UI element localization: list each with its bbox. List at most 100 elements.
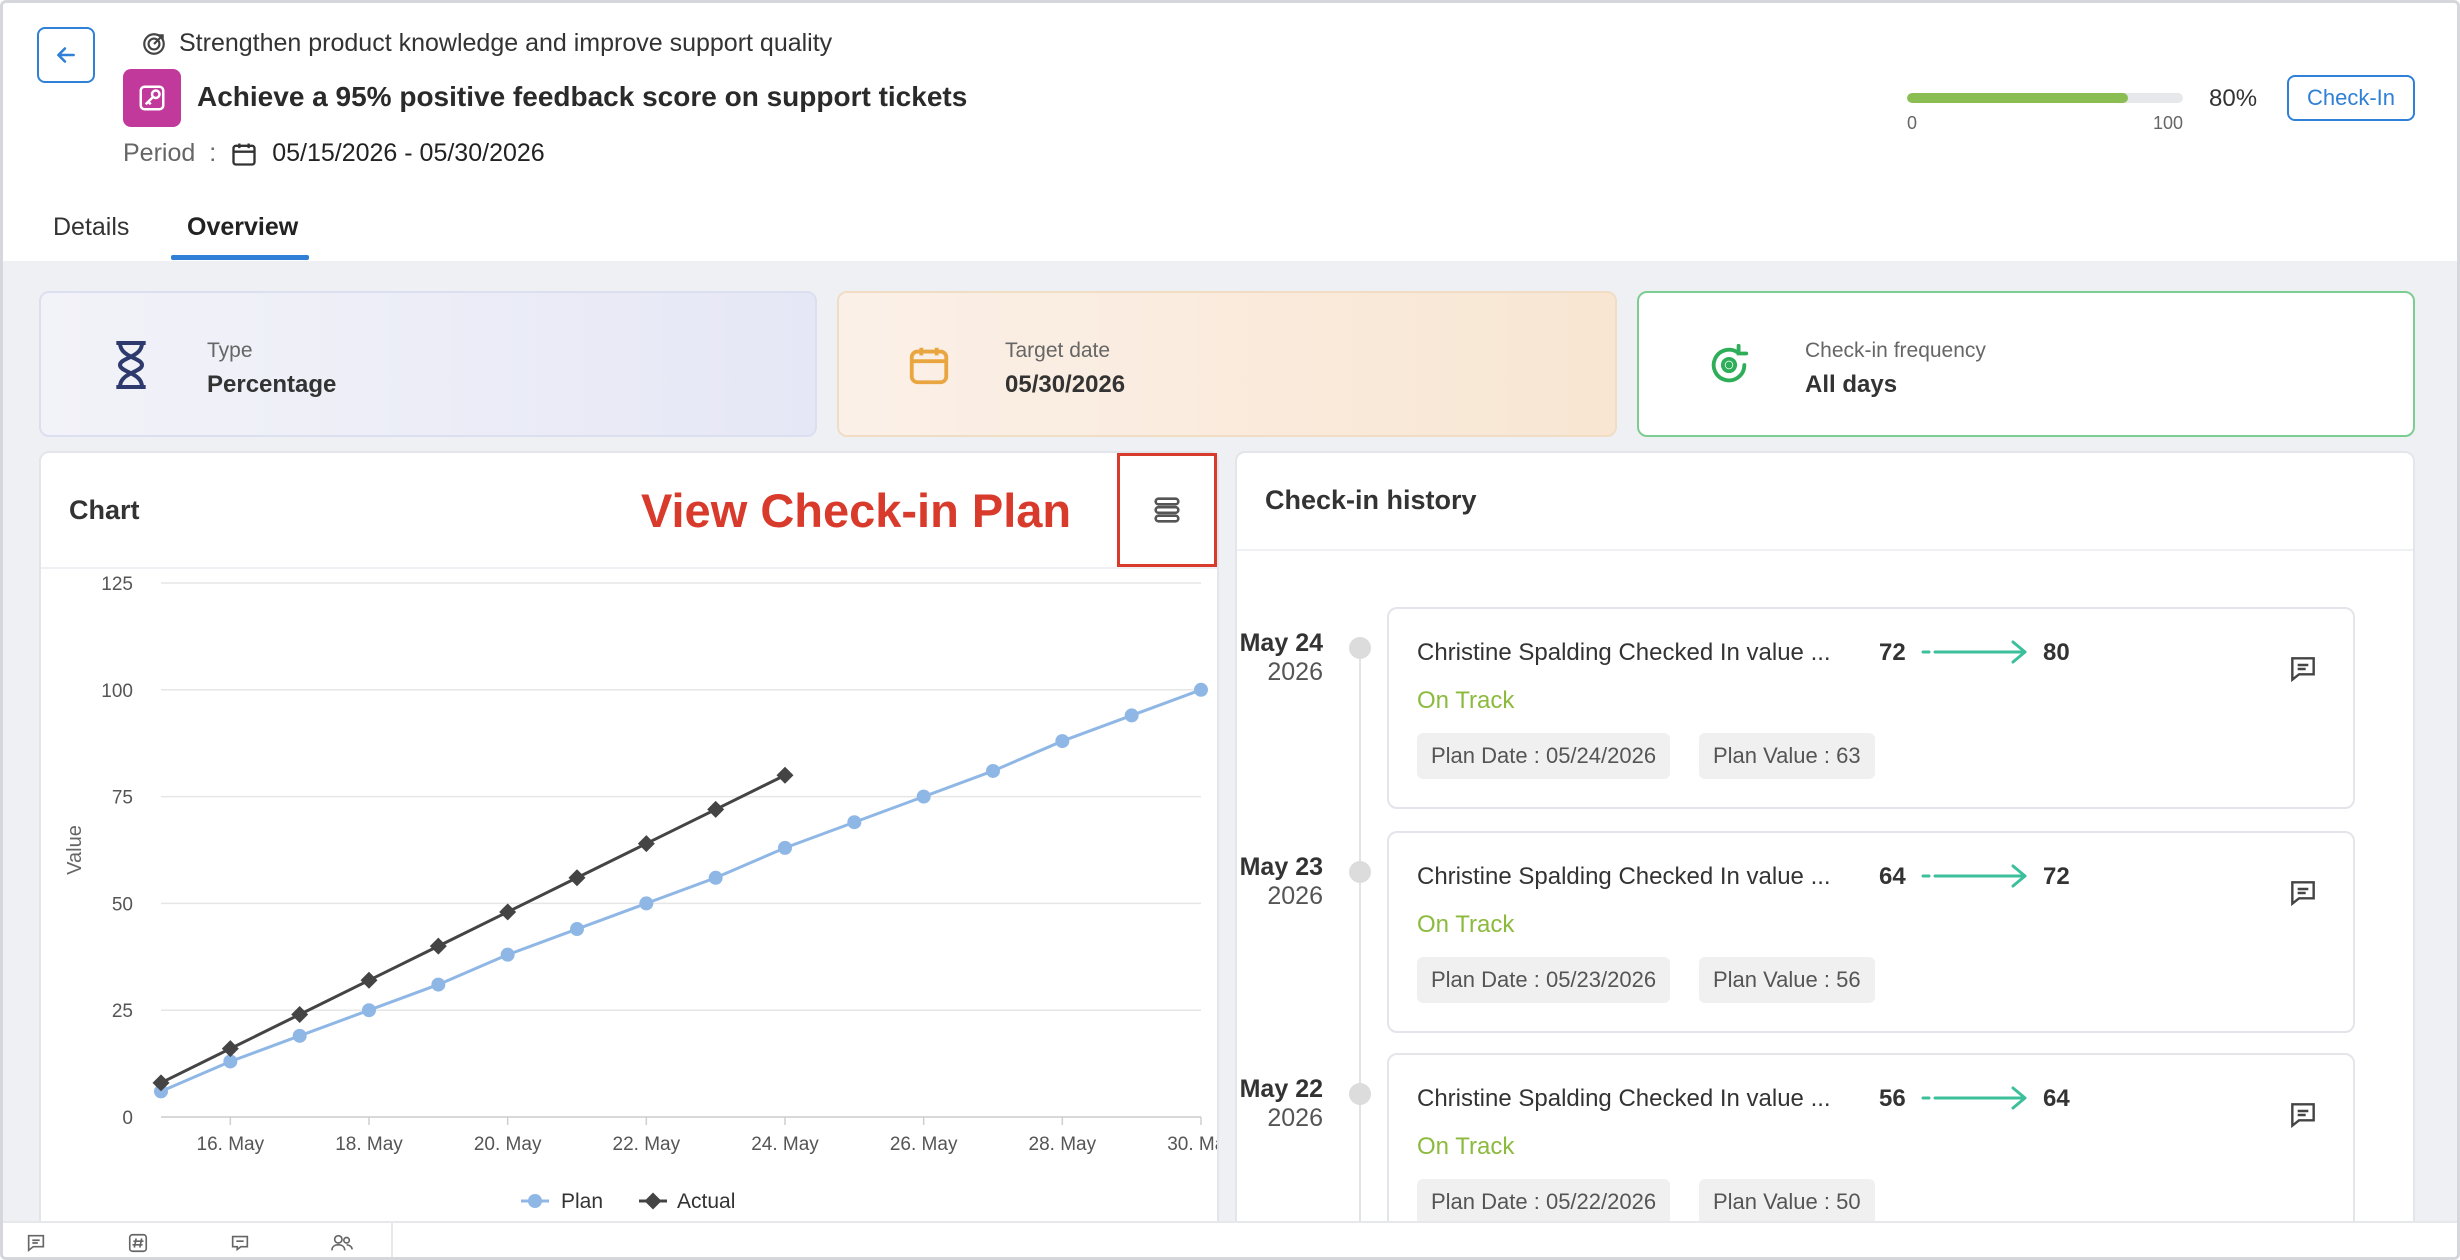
view-checkin-plan-annotation: View Check-in Plan <box>641 484 1072 537</box>
tab-details[interactable]: Details <box>53 213 129 258</box>
target-date-value: 05/30/2026 <box>1005 371 1126 398</box>
view-checkin-plan-button[interactable] <box>1117 453 1217 567</box>
legend-actual-marker <box>644 1192 662 1210</box>
arrow-right-icon <box>1921 1086 2027 1110</box>
plan-point <box>500 947 515 962</box>
checkin-to-value: 64 <box>2043 1085 2070 1112</box>
people-icon[interactable] <box>329 1231 355 1255</box>
plan-point <box>778 840 792 855</box>
checkin-from-value: 64 <box>1879 863 1906 890</box>
timeline-date: May 24 2026 <box>1237 629 1323 687</box>
actual-point <box>291 1005 309 1023</box>
legend-actual-label: Actual <box>677 1190 735 1213</box>
plan-date-chip: Plan Date : 05/23/2026 <box>1417 957 1671 1003</box>
actual-point <box>499 903 517 921</box>
progress-max: 100 <box>2152 113 2183 133</box>
comment-icon[interactable] <box>2287 653 2319 685</box>
progress-min: 0 <box>1907 113 1918 133</box>
comment-icon[interactable] <box>2287 1099 2319 1131</box>
toolbar-separator <box>391 1223 393 1257</box>
period-label: Period <box>123 139 196 167</box>
x-tick-label: 26. May <box>890 1134 958 1155</box>
timeline-year: 2026 <box>1267 1104 1323 1132</box>
plan-date-chip: Plan Date : 05/22/2026 <box>1417 1179 1671 1225</box>
x-tick-label: 18. May <box>335 1134 403 1155</box>
checkin-history-panel: Check-in history May 24 2026 Christine S… <box>1235 451 2415 1241</box>
timeline-year: 2026 <box>1267 882 1323 910</box>
plan-point <box>708 870 723 885</box>
actual-point <box>568 869 586 887</box>
back-button[interactable] <box>37 27 95 83</box>
period-separator: : <box>209 139 217 167</box>
checkin-summary: Christine Spalding Checked In value ... <box>1417 863 1831 890</box>
plan-point <box>1194 682 1208 697</box>
timeline-day: May 23 <box>1239 853 1323 881</box>
checkin-frequency-card: Check-in frequency All days <box>1637 291 2415 437</box>
plan-point <box>431 977 446 992</box>
arrow-right-icon <box>1921 864 2027 888</box>
key-icon <box>139 85 165 111</box>
checkin-to-value: 72 <box>2043 863 2070 890</box>
type-value: Percentage <box>207 371 337 398</box>
y-axis-label: Value <box>64 825 86 875</box>
goal-icon-tile <box>123 69 181 127</box>
plan-value-chip: Plan Value : 63 <box>1699 733 1875 779</box>
timeline-day: May 22 <box>1239 1075 1323 1103</box>
parent-goal-text: Strengthen product knowledge and improve… <box>179 29 833 57</box>
plan-point <box>1055 734 1070 749</box>
plan-point <box>916 789 931 804</box>
plan-date-chip: Plan Date : 05/24/2026 <box>1417 733 1671 779</box>
tab-bar: Details Overview <box>3 203 2457 261</box>
checkin-status: On Track <box>1417 1133 1515 1160</box>
actual-point <box>360 971 378 989</box>
checkin-to-value: 80 <box>2043 639 2070 666</box>
timeline-date: May 23 2026 <box>1237 853 1323 911</box>
legend-plan-label: Plan <box>561 1190 603 1213</box>
checkin-frequency-label: Check-in frequency <box>1805 339 1986 362</box>
sync-target-icon <box>1701 337 1757 393</box>
checkin-entry[interactable]: Christine Spalding Checked In value ... … <box>1387 1053 2355 1239</box>
checkin-summary: Christine Spalding Checked In value ... <box>1417 1085 1831 1112</box>
target-icon <box>143 32 165 55</box>
calendar-icon <box>901 337 957 393</box>
parent-goal[interactable]: Strengthen product knowledge and improve… <box>141 29 832 58</box>
checkin-from-value: 56 <box>1879 1085 1906 1112</box>
active-tab-indicator <box>171 255 309 260</box>
x-tick-label: 24. May <box>751 1134 819 1155</box>
comment-icon[interactable] <box>2287 877 2319 909</box>
app-window: Strengthen product knowledge and improve… <box>0 0 2460 1260</box>
checkin-from-value: 72 <box>1879 639 1906 666</box>
chat-icon[interactable] <box>227 1231 253 1255</box>
timeline-year: 2026 <box>1267 658 1323 686</box>
checkin-entry[interactable]: Christine Spalding Checked In value ... … <box>1387 607 2355 809</box>
checkin-frequency-value: All days <box>1805 371 1898 398</box>
target-date-card: Target date 05/30/2026 <box>837 291 1617 437</box>
calendar-icon <box>232 143 256 166</box>
x-tick-label: 16. May <box>197 1134 265 1155</box>
progress-track <box>1907 93 2183 103</box>
target-date-label: Target date <box>1005 339 1111 362</box>
check-in-button[interactable]: Check-In <box>2287 75 2415 121</box>
plan-point <box>362 1003 376 1018</box>
plan-point <box>639 896 654 911</box>
type-card: Type Percentage <box>39 291 817 437</box>
goal-title: Achieve a 95% positive feedback score on… <box>197 81 968 112</box>
line-chart: 0 25 50 75 100 125 16. May 18. May 20. May 22. Ma… <box>64 574 1217 1213</box>
chart-panel: Chart View Check-in Plan 0 25 50 75 100 125 16… <box>39 451 1219 1241</box>
y-tick-label: 25 <box>112 1001 133 1022</box>
actual-point <box>221 1040 239 1058</box>
history-title: Check-in history <box>1265 485 1477 515</box>
actual-point <box>707 800 725 818</box>
timeline-dot <box>1349 861 1371 883</box>
tab-overview[interactable]: Overview <box>187 213 298 258</box>
y-tick-label: 50 <box>112 894 133 915</box>
checkin-entry[interactable]: Christine Spalding Checked In value ... … <box>1387 831 2355 1033</box>
list-icon <box>1154 497 1180 523</box>
plan-point <box>292 1028 307 1043</box>
message-icon[interactable] <box>23 1231 49 1255</box>
hash-icon[interactable] <box>125 1231 151 1255</box>
x-tick-label: 28. May <box>1029 1134 1097 1155</box>
plan-point <box>570 922 584 937</box>
history-header-divider <box>1237 549 2413 551</box>
plan-value-chip: Plan Value : 56 <box>1699 957 1875 1003</box>
